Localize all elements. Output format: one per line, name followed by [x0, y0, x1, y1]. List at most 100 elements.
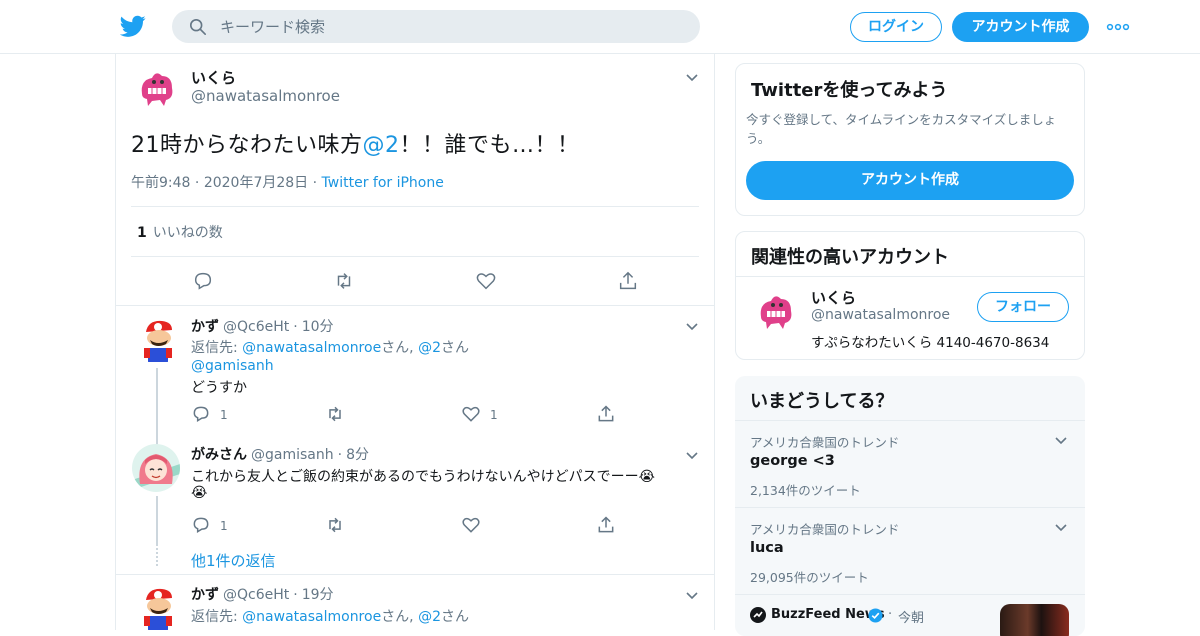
- related-accounts-title: 関連性の高いアカウント: [751, 247, 949, 268]
- retweet-icon[interactable]: [325, 404, 345, 424]
- retweet-icon[interactable]: [333, 270, 355, 292]
- heart-icon[interactable]: [461, 404, 481, 424]
- dot-separator: ·: [293, 319, 298, 335]
- reply-time[interactable]: 8分: [346, 447, 369, 463]
- retweet-icon[interactable]: [325, 515, 345, 535]
- author-handle: @gamisanh: [251, 447, 334, 463]
- mention-link[interactable]: @2: [418, 340, 441, 356]
- reply-author[interactable]: かず @Qc6eHt · 19分: [191, 584, 334, 604]
- signup-card-button[interactable]: アカウント作成: [746, 161, 1074, 200]
- account-name[interactable]: いくら: [811, 287, 856, 308]
- tweet-date[interactable]: 2020年7月28日: [204, 175, 308, 191]
- dot-separator: ·: [337, 447, 343, 463]
- like-count: 1: [490, 408, 498, 422]
- account-bio: すぷらなわたいくら 4140-4670-8634: [811, 335, 1050, 351]
- chevron-down-icon[interactable]: [1053, 519, 1069, 535]
- author-handle: @Qc6eHt: [223, 587, 290, 603]
- avatar[interactable]: [134, 584, 182, 630]
- reply-icon[interactable]: [191, 515, 211, 535]
- chevron-down-icon[interactable]: [684, 587, 700, 603]
- account-handle[interactable]: @nawatasalmonroe: [811, 307, 950, 323]
- tweet-source[interactable]: Twitter for iPhone: [322, 175, 444, 191]
- replying-to: 返信先: @nawatasalmonroeさん, @2さん: [191, 337, 469, 357]
- mario-avatar-icon: [134, 584, 182, 630]
- thread-ellipsis: [156, 548, 158, 566]
- chevron-down-icon[interactable]: [684, 318, 700, 334]
- mention-link[interactable]: @2: [418, 609, 441, 625]
- reply-author[interactable]: かず @Qc6eHt · 10分: [191, 316, 334, 336]
- mario-avatar-icon: [134, 316, 182, 364]
- chevron-down-icon[interactable]: [684, 69, 700, 85]
- tweet-metadata: 午前9:48 · 2020年7月28日 · Twitter for iPhone: [131, 172, 444, 192]
- anime-character-avatar-icon: [132, 444, 180, 492]
- reply-to-mid: さん,: [381, 609, 419, 625]
- thread-connector: [156, 496, 158, 546]
- more-options-icon[interactable]: [1106, 17, 1130, 37]
- avatar[interactable]: [751, 287, 799, 335]
- share-icon[interactable]: [596, 515, 616, 535]
- mention-link[interactable]: @nawatasalmonroe: [242, 340, 381, 356]
- related-accounts-card: 関連性の高いアカウント いくら @nawatasalmonroe フォロー すぷ…: [735, 231, 1085, 360]
- mention-link[interactable]: @gamisanh: [191, 358, 274, 374]
- reply-to-prefix: 返信先:: [191, 609, 243, 625]
- news-item[interactable]: BuzzFeed News · 今朝: [735, 595, 1085, 636]
- mention-link[interactable]: @2: [363, 133, 400, 158]
- more-replies-link[interactable]: 他1件の返信: [191, 550, 276, 571]
- dot-separator: ·: [312, 175, 322, 191]
- reply-count: 1: [220, 519, 228, 533]
- dot-separator: ·: [293, 587, 298, 603]
- trend-tweet-count: 2,134件のツイート: [750, 483, 861, 498]
- search-box[interactable]: [172, 10, 700, 43]
- author-name: がみさん: [191, 447, 247, 463]
- reply-to-mid: さん,: [381, 340, 419, 356]
- news-time: 今朝: [898, 611, 925, 626]
- tweet-time[interactable]: 午前9:48: [131, 175, 190, 191]
- share-icon[interactable]: [596, 404, 616, 424]
- heart-icon[interactable]: [461, 515, 481, 535]
- reply-count: 1: [220, 408, 228, 422]
- heart-icon[interactable]: [475, 270, 497, 292]
- trend-name: luca: [750, 540, 784, 556]
- author-handle[interactable]: @nawatasalmonroe: [191, 87, 340, 105]
- chevron-down-icon[interactable]: [684, 447, 700, 463]
- search-input[interactable]: [220, 10, 680, 43]
- buzzfeed-logo-icon: [750, 607, 766, 623]
- tweet-text-part: 21時からなわたい味方: [131, 133, 363, 158]
- replying-to: 返信先: @nawatasalmonroeさん, @2さん: [191, 606, 469, 626]
- trends-title: いまどうしてる？: [750, 391, 894, 412]
- like-stats[interactable]: 1 いいねの数: [137, 222, 223, 242]
- follow-button[interactable]: フォロー: [977, 292, 1069, 322]
- author-handle: @Qc6eHt: [223, 319, 290, 335]
- divider: [131, 256, 699, 257]
- signup-button[interactable]: アカウント作成: [952, 12, 1089, 42]
- top-navigation-bar: ログイン アカウント作成: [0, 0, 1200, 54]
- reply-to-suffix: さん: [441, 340, 470, 356]
- chevron-down-icon[interactable]: [1053, 432, 1069, 448]
- like-count: 1: [137, 225, 147, 241]
- share-icon[interactable]: [617, 270, 639, 292]
- reply-time[interactable]: 19分: [302, 587, 334, 603]
- reply-time[interactable]: 10分: [302, 319, 334, 335]
- reply-icon[interactable]: [192, 270, 214, 292]
- pink-monster-avatar-icon: [132, 64, 180, 112]
- news-thumbnail[interactable]: [1000, 604, 1069, 636]
- reply-author[interactable]: がみさん @gamisanh · 8分: [191, 444, 369, 464]
- search-icon: [189, 18, 207, 36]
- avatar[interactable]: [132, 64, 180, 112]
- avatar[interactable]: [132, 444, 180, 492]
- tweet-column: いくら @nawatasalmonroe 21時からなわたい味方@2！！誰でも……: [115, 54, 715, 630]
- twitter-bird-icon[interactable]: [120, 13, 146, 39]
- verified-badge-icon: [868, 608, 883, 623]
- tweet-text-part: ！！誰でも…！！: [399, 133, 580, 158]
- mention-link[interactable]: @nawatasalmonroe: [242, 609, 381, 625]
- divider: [116, 574, 714, 575]
- author-name[interactable]: いくら: [191, 67, 236, 88]
- trend-item[interactable]: アメリカ合衆国のトレンド luca 29,095件のツイート: [735, 508, 1085, 594]
- trend-item[interactable]: アメリカ合衆国のトレンド george <3 2,134件のツイート: [735, 421, 1085, 507]
- login-button[interactable]: ログイン: [850, 12, 942, 42]
- dot-separator: ·: [194, 175, 204, 191]
- avatar[interactable]: [134, 316, 182, 364]
- reply-icon[interactable]: [191, 404, 211, 424]
- reply-text: これから友人とご飯の約束があるのでもうわけないんやけどパスでーー😭: [191, 469, 655, 485]
- signup-card: Twitterを使ってみよう 今すぐ登録して、タイムラインをカスタマイズしましょ…: [735, 63, 1085, 216]
